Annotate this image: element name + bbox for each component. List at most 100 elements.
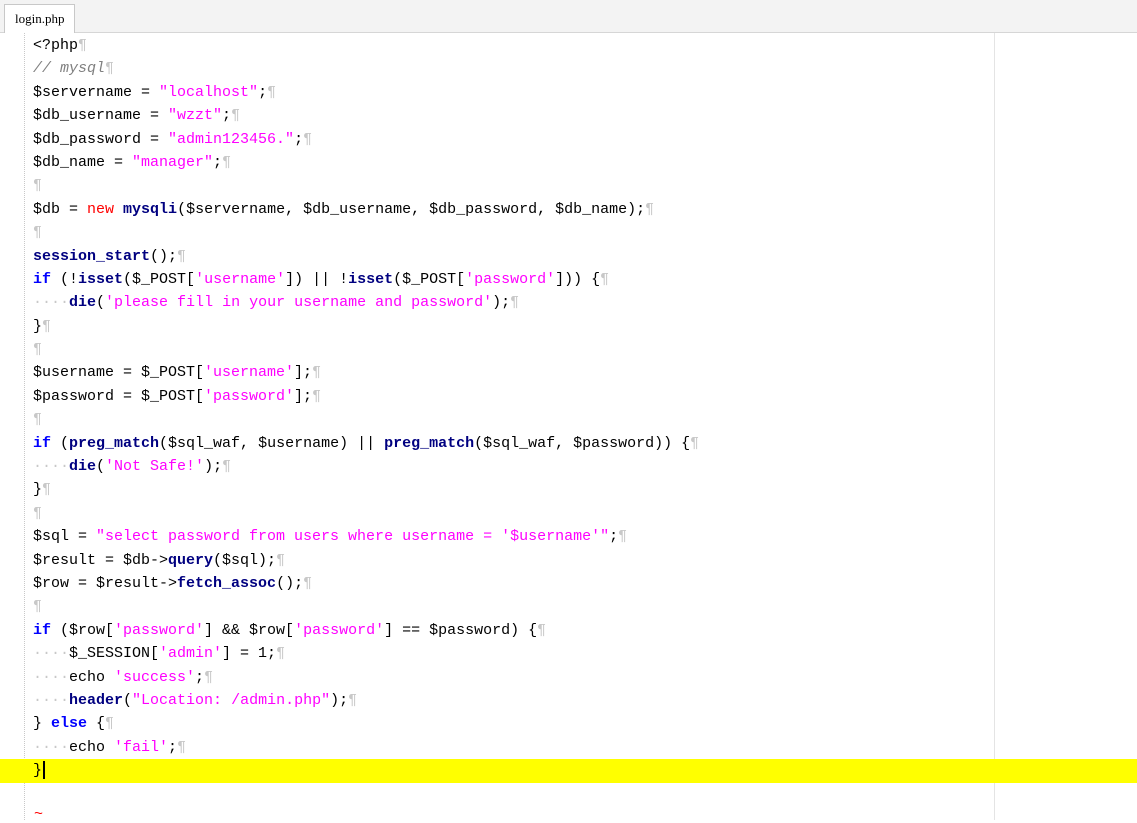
end-of-line-marker: ¶ — [600, 270, 610, 288]
end-of-line-marker: ¶ — [177, 247, 187, 265]
code-token: 'password' — [114, 621, 205, 639]
code-line[interactable]: $db_name = "manager";¶ — [0, 151, 1137, 174]
code-line[interactable]: $result = $db->query($sql);¶ — [0, 549, 1137, 572]
code-line[interactable]: ····echo 'success';¶ — [0, 666, 1137, 689]
code-token: ] && $row[ — [204, 621, 295, 639]
code-token: ; — [609, 528, 619, 546]
code-token: ]) || ! — [285, 270, 349, 288]
code-token: ($servername, $db_username, $db_password… — [177, 200, 646, 218]
code-token: "Location: /admin.php" — [132, 691, 331, 709]
code-token: ($_POST[ — [393, 270, 466, 288]
code-token: fetch_assoc — [177, 574, 277, 592]
code-token: if — [33, 621, 52, 639]
code-token: "manager" — [132, 153, 214, 171]
code-token: (! — [51, 270, 79, 288]
code-token: ; — [294, 130, 304, 148]
code-token: $servername = — [33, 83, 160, 101]
code-token: "admin123456." — [168, 130, 295, 148]
code-token: preg_match — [69, 434, 160, 452]
tab-login-php[interactable]: login.php — [4, 4, 76, 33]
code-line[interactable]: <?php¶ — [0, 34, 1137, 57]
code-token: ]; — [294, 387, 313, 405]
code-line[interactable]: $db_password = "admin123456.";¶ — [0, 128, 1137, 151]
code-token: else — [51, 715, 88, 733]
code-line[interactable]: }¶ — [0, 315, 1137, 338]
code-token: mysqli — [123, 200, 178, 218]
code-token: 'Not Safe!' — [105, 458, 205, 476]
code-line[interactable]: $servername = "localhost";¶ — [0, 81, 1137, 104]
code-line[interactable]: $sql = "select password from users where… — [0, 525, 1137, 548]
code-token: ( — [123, 691, 133, 709]
end-of-line-marker: ¶ — [78, 37, 88, 54]
code-token: ; — [213, 153, 223, 171]
code-token: 'username' — [195, 270, 286, 288]
code-token: $db = — [33, 200, 88, 218]
code-line[interactable]: // mysql¶ — [0, 57, 1137, 80]
code-token: ( — [51, 434, 70, 452]
code-token: ($sql); — [213, 551, 277, 569]
end-of-line-marker: ¶ — [303, 574, 313, 592]
code-token: (); — [150, 247, 178, 265]
code-line[interactable]: $password = $_POST['password'];¶ — [0, 385, 1137, 408]
text-cursor — [43, 761, 46, 780]
code-line[interactable]: $username = $_POST['username'];¶ — [0, 361, 1137, 384]
code-line[interactable]: } — [0, 759, 1137, 783]
code-token: <?php — [33, 37, 79, 54]
code-token: 'username' — [204, 364, 295, 382]
code-token: ] == $password) { — [384, 621, 538, 639]
code-line[interactable]: $db_username = "wzzt";¶ — [0, 104, 1137, 127]
code-token: ); — [492, 294, 511, 312]
code-token: isset — [78, 270, 124, 288]
code-token: 'password' — [294, 621, 385, 639]
code-line[interactable]: } else {¶ — [0, 712, 1137, 735]
end-of-line-marker: ¶ — [33, 177, 43, 195]
code-token: die — [69, 458, 97, 476]
code-token: $sql = — [33, 528, 97, 546]
end-of-line-marker: ¶ — [312, 387, 322, 405]
code-token: die — [69, 294, 97, 312]
code-line[interactable]: ····die('please fill in your username an… — [0, 291, 1137, 314]
code-token: ($row[ — [51, 621, 115, 639]
code-line[interactable]: $row = $result->fetch_assoc();¶ — [0, 572, 1137, 595]
code-token: ($sql_waf, $password)) { — [474, 434, 691, 452]
end-of-line-marker: ¶ — [177, 738, 187, 756]
code-token: ; — [195, 668, 205, 686]
code-line[interactable]: ····echo 'fail';¶ — [0, 736, 1137, 759]
code-line[interactable]: ¶ — [0, 221, 1137, 244]
code-line[interactable]: ¶ — [0, 408, 1137, 431]
code-token: preg_match — [384, 434, 475, 452]
code-line[interactable]: ¶ — [0, 595, 1137, 618]
end-of-line-marker: ¶ — [105, 60, 115, 78]
code-token: ]; — [294, 364, 313, 382]
code-line[interactable]: ¶ — [0, 338, 1137, 361]
code-line[interactable]: ····die('Not Safe!');¶ — [0, 455, 1137, 478]
code-token: ); — [204, 458, 223, 476]
code-line[interactable]: ····$_SESSION['admin'] = 1;¶ — [0, 642, 1137, 665]
end-of-line-marker: ¶ — [42, 317, 52, 335]
code-token: } — [33, 317, 43, 335]
indent-dots: ···· — [33, 645, 70, 663]
code-line[interactable]: ¶ — [0, 174, 1137, 197]
code-line[interactable]: if (preg_match($sql_waf, $username) || p… — [0, 432, 1137, 455]
code-token: if — [33, 270, 52, 288]
end-of-line-marker: ¶ — [222, 458, 232, 476]
code-token: ; — [222, 107, 232, 125]
code-line[interactable]: if ($row['password'] && $row['password']… — [0, 619, 1137, 642]
code-line[interactable]: session_start();¶ — [0, 245, 1137, 268]
code-line[interactable]: if (!isset($_POST['username']) || !isset… — [0, 268, 1137, 291]
code-token: { — [87, 715, 106, 733]
code-token: 'please fill in your username and passwo… — [105, 294, 493, 312]
code-token: "select password from users where userna… — [96, 528, 610, 546]
end-of-line-marker: ¶ — [231, 107, 241, 125]
code-token: "wzzt" — [168, 107, 223, 125]
code-line[interactable]: ¶ — [0, 502, 1137, 525]
code-editor[interactable]: <?php¶// mysql¶ $servername = "localhost"… — [0, 34, 1137, 783]
code-token: if — [33, 434, 52, 452]
end-of-line-marker: ¶ — [312, 364, 322, 382]
code-token: query — [168, 551, 214, 569]
code-line[interactable]: ····header("Location: /admin.php");¶ — [0, 689, 1137, 712]
code-line[interactable]: }¶ — [0, 478, 1137, 501]
end-of-line-marker: ¶ — [42, 481, 52, 499]
code-line[interactable]: $db = new mysqli($servername, $db_userna… — [0, 198, 1137, 221]
